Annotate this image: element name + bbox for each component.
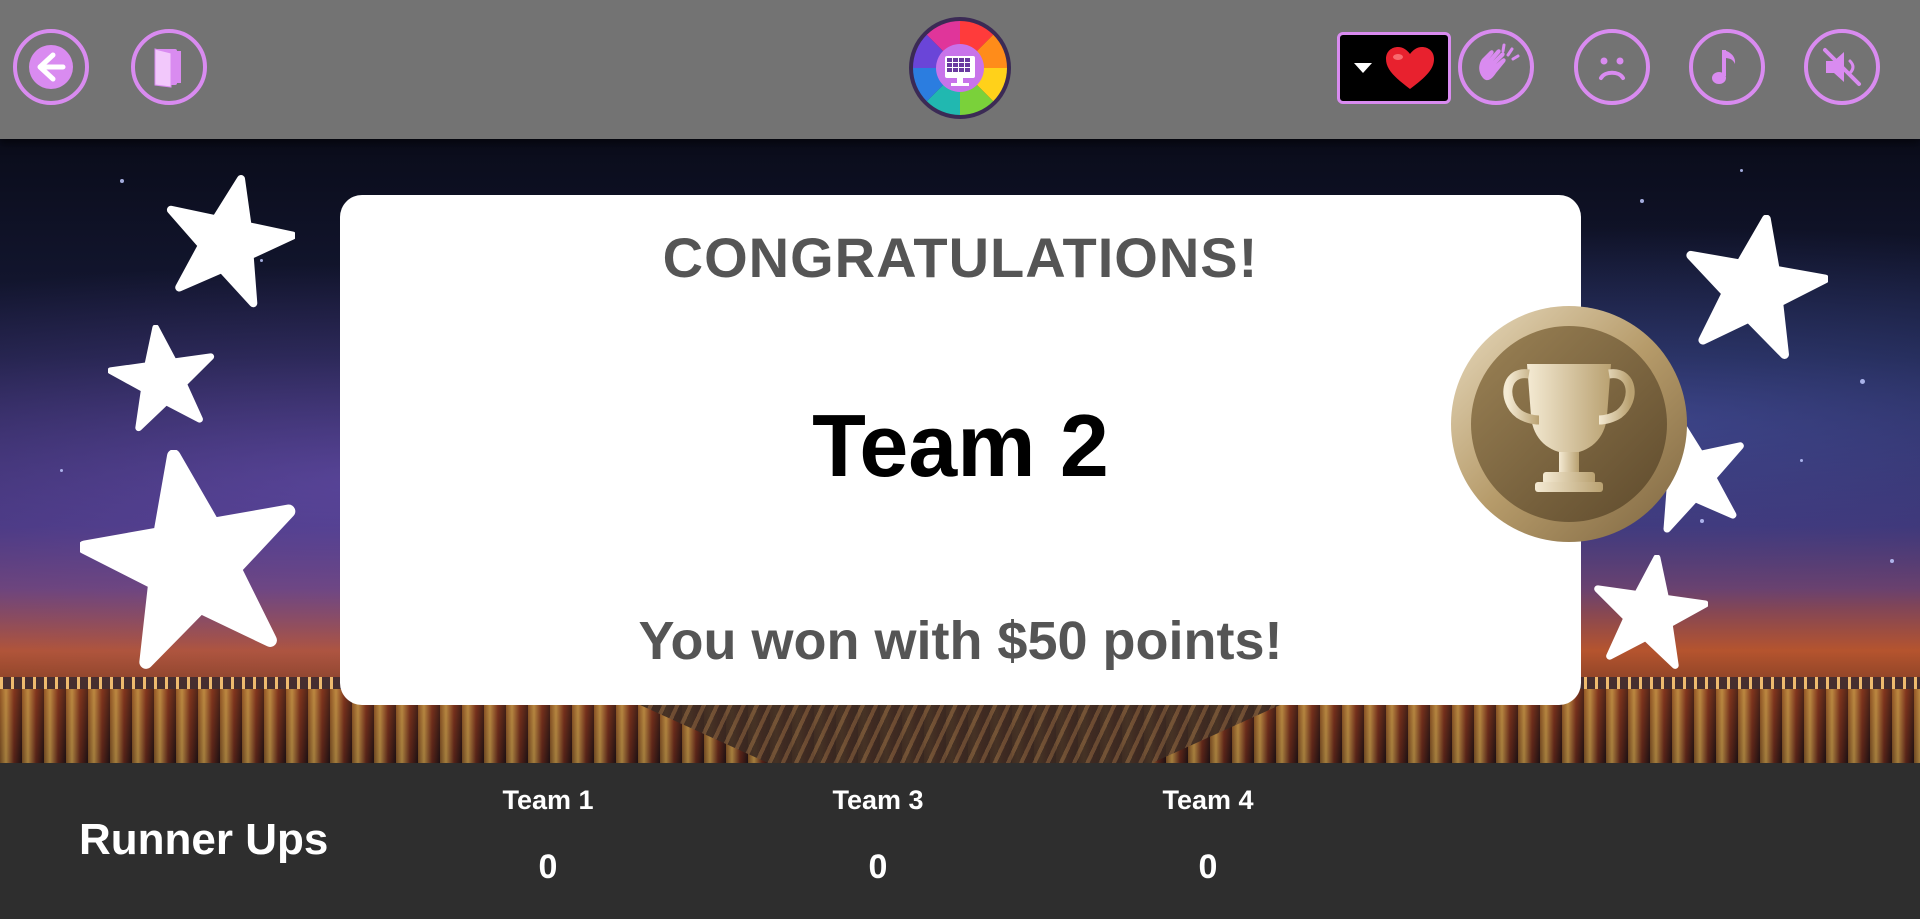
runner-up-team-score: 0 [1198,848,1218,886]
color-wheel-board-icon [909,17,1011,119]
sad-face-icon [1599,57,1625,80]
winning-score-message: You won with $50 points! [638,611,1283,671]
star-decoration [80,450,296,669]
winning-team-name: Team 2 [812,396,1109,495]
runner-up-team-name: Team 3 [832,785,924,815]
arrow-left-icon [29,45,73,89]
music-button[interactable] [1689,29,1765,105]
runner-ups-panel: Runner Ups Team 1 0 Team 3 0 Team 4 0 [0,763,1920,919]
winner-card: CONGRATULATIONS! Team 2 You won with $50… [340,195,1581,705]
runner-ups-title: Runner Ups [79,815,329,864]
runner-up-team-name: Team 4 [1162,785,1254,815]
door-exit-icon [154,48,181,88]
clapping-hands-icon [1479,43,1520,81]
game-logo[interactable] [908,16,1012,120]
star-decoration [166,175,295,308]
runner-up-team: Team 3 0 [778,785,978,887]
applause-button[interactable] [1458,29,1534,105]
exit-button[interactable] [131,29,207,105]
trophy-medal-icon [1451,306,1687,542]
congratulations-heading: CONGRATULATIONS! [662,226,1259,289]
heart-icon [1386,47,1434,89]
sad-reaction-button[interactable] [1574,29,1650,105]
back-button[interactable] [13,29,89,105]
mute-button[interactable] [1804,29,1880,105]
star-decoration [1594,555,1708,669]
speaker-muted-icon [1823,48,1861,86]
runner-up-team-name: Team 1 [502,785,594,815]
star-decoration [1686,215,1828,359]
runner-up-team-score: 0 [538,848,558,886]
reaction-dropdown[interactable] [1337,32,1451,104]
music-note-icon [1712,50,1736,84]
runner-up-team-score: 0 [868,848,888,886]
top-toolbar [0,0,1920,139]
caret-down-icon [1354,63,1372,73]
runner-up-team: Team 4 0 [1108,785,1308,887]
runner-up-team: Team 1 0 [448,785,648,887]
star-decoration [108,325,215,432]
